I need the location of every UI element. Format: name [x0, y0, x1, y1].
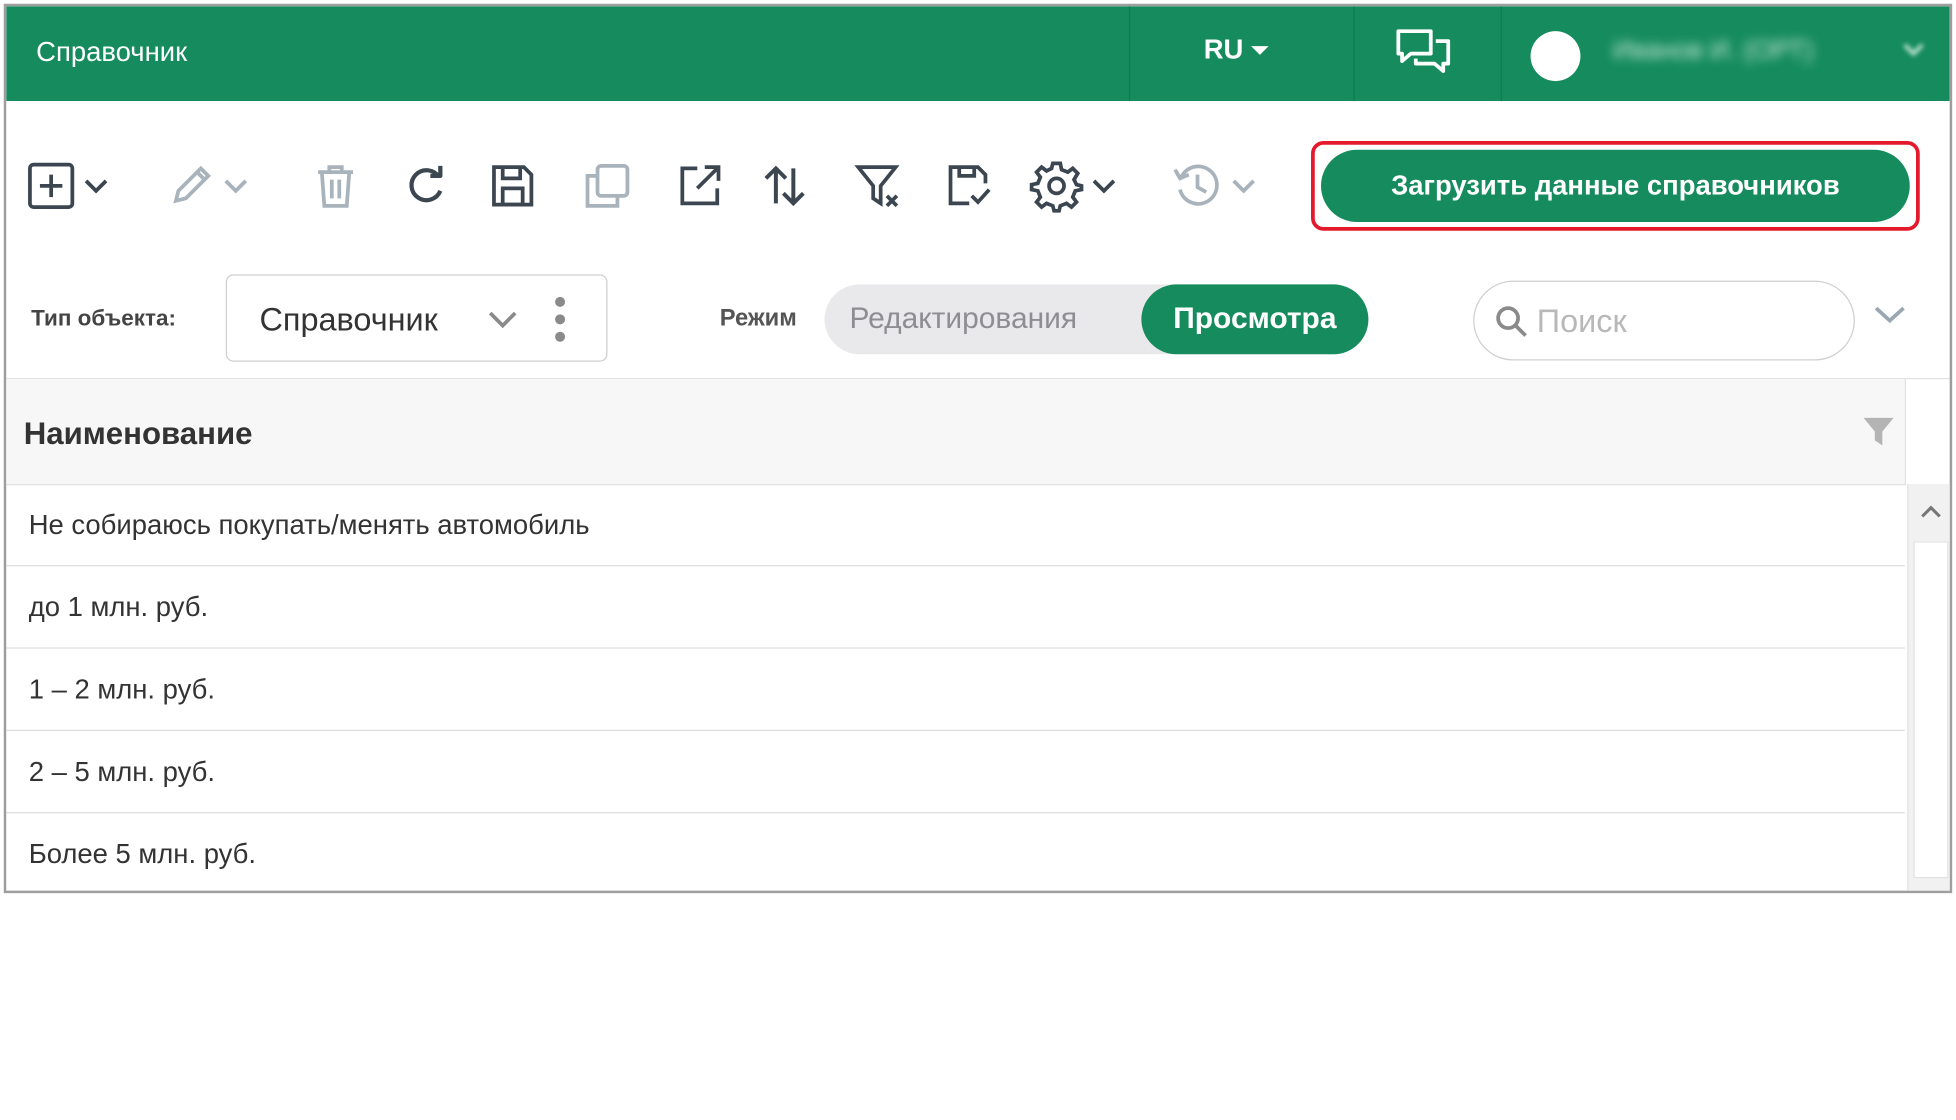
refresh-icon	[409, 165, 443, 203]
chevron-down-icon	[84, 179, 108, 194]
chevron-down-icon	[488, 311, 517, 329]
table-row[interactable]: 2 – 5 млн. руб.	[6, 731, 1905, 814]
row-name-cell: 2 – 5 млн. руб.	[28, 755, 215, 787]
add-button[interactable]	[26, 158, 111, 213]
mode-view-option[interactable]: Просмотра	[1141, 284, 1369, 355]
row-name-cell: Не собираюсь покупать/менять автомобиль	[28, 508, 590, 540]
save-check-button[interactable]	[944, 158, 994, 213]
mode-edit-option[interactable]: Редактирования	[849, 302, 1077, 337]
chevron-up-icon	[1921, 505, 1941, 518]
sort-button[interactable]	[760, 158, 810, 213]
table-row[interactable]: Более 5 млн. руб.	[6, 813, 1905, 890]
chat-icon[interactable]	[1393, 26, 1453, 87]
save-icon	[492, 165, 534, 207]
chevron-down-icon	[1232, 179, 1255, 194]
add-icon	[28, 162, 75, 209]
column-header-name[interactable]: Наименование	[24, 417, 253, 453]
clear-filter-button[interactable]	[854, 158, 904, 213]
save-button[interactable]	[488, 158, 538, 213]
more-vertical-icon[interactable]	[554, 296, 566, 343]
column-filter-icon[interactable]	[1862, 417, 1894, 447]
edit-icon	[173, 165, 211, 204]
caret-down-icon	[1250, 45, 1269, 55]
copy-icon	[585, 164, 630, 208]
avatar[interactable]	[1530, 31, 1581, 82]
expand-filters-chevron-icon[interactable]	[1872, 303, 1907, 332]
app-title: Справочник	[36, 36, 188, 68]
row-name-cell: Более 5 млн. руб.	[28, 837, 257, 869]
copy-button[interactable]	[583, 158, 633, 213]
user-name[interactable]: Иванов И. (ОРТ)	[1613, 36, 1814, 66]
table-row[interactable]: Не собираюсь покупать/менять автомобиль	[6, 484, 1905, 567]
export-icon	[680, 165, 721, 206]
history-button[interactable]	[1171, 158, 1258, 213]
screen: Справочник RU Иванов И. (ОРТ) Загрузить …	[0, 0, 1956, 1120]
history-icon	[1173, 164, 1219, 206]
refresh-button[interactable]	[400, 158, 450, 213]
app-window: Справочник RU Иванов И. (ОРТ) Загрузить …	[3, 3, 1953, 894]
top-bar: Справочник RU Иванов И. (ОРТ)	[6, 6, 1950, 102]
grid-rows: Не собираюсь покупать/менять автомобиль …	[6, 484, 1905, 891]
settings-icon	[1029, 161, 1084, 213]
divider	[1500, 6, 1502, 102]
language-label: RU	[1203, 33, 1244, 65]
sort-icon	[764, 165, 805, 207]
chevron-down-icon	[1092, 179, 1116, 194]
table-row[interactable]: 1 – 2 млн. руб.	[6, 649, 1905, 731]
object-type-value: Справочник	[259, 300, 438, 339]
table-row[interactable]: до 1 млн. руб.	[6, 566, 1905, 649]
search-input[interactable]	[1536, 299, 1824, 342]
grid-header: Наименование	[6, 379, 1907, 486]
scrollbar-thumb[interactable]	[1913, 541, 1949, 879]
row-name-cell: 1 – 2 млн. руб.	[28, 672, 215, 705]
delete-icon	[318, 165, 354, 208]
divider	[1128, 6, 1131, 102]
export-button[interactable]	[675, 158, 725, 213]
clear-filter-icon	[854, 165, 900, 208]
scroll-up-button[interactable]	[1909, 484, 1950, 539]
edit-button[interactable]	[166, 158, 251, 213]
language-selector[interactable]: RU	[1204, 34, 1269, 66]
search-icon	[1496, 306, 1527, 337]
object-type-select[interactable]: Справочник	[225, 274, 608, 362]
load-directories-button[interactable]: Загрузить данные справочников	[1320, 149, 1910, 223]
row-name-cell: до 1 млн. руб.	[28, 590, 209, 622]
mode-label: Режим	[719, 305, 797, 332]
divider	[1353, 6, 1355, 102]
chevron-down-icon	[224, 179, 248, 194]
mode-toggle: Редактирования Просмотра	[824, 284, 1369, 355]
vertical-scrollbar[interactable]	[1907, 483, 1950, 891]
save-check-icon	[948, 165, 991, 206]
settings-button[interactable]	[1029, 158, 1119, 213]
search-box	[1473, 280, 1855, 361]
object-type-label: Тип объекта:	[31, 305, 177, 331]
data-grid: Наименование Не собираюсь покупать/менят…	[6, 377, 1950, 891]
user-menu-chevron-icon[interactable]	[1902, 41, 1924, 63]
delete-button[interactable]	[311, 158, 361, 213]
